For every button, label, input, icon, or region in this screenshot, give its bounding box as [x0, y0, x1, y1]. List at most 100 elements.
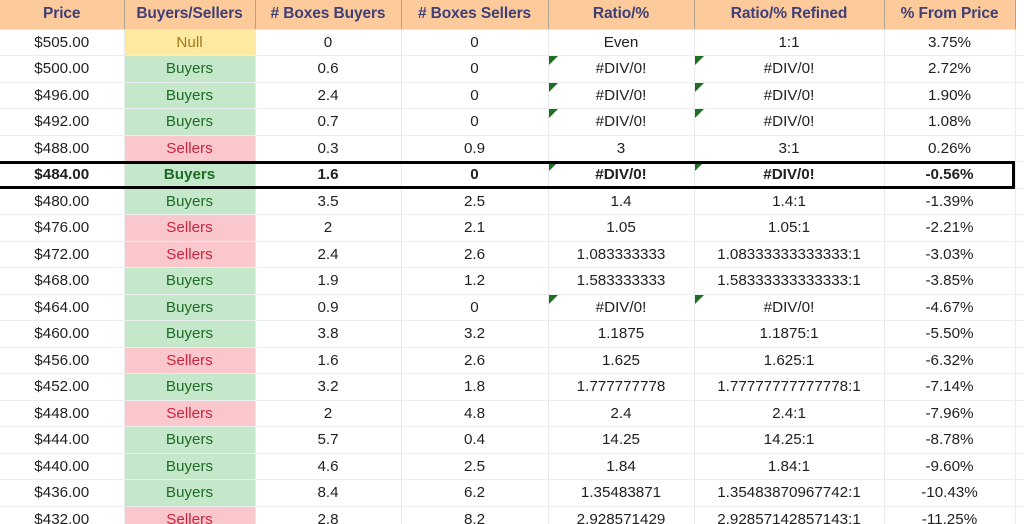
cell-pct_from_price[interactable]: -10.43%	[884, 479, 1016, 507]
cell-buyers_sellers[interactable]: Sellers	[124, 347, 256, 374]
cell-boxes_buyers[interactable]: 3.2	[255, 373, 402, 401]
cell-ratio_refined[interactable]: 2.4:1	[694, 400, 885, 427]
cell-pct_from_price[interactable]: -3.85%	[884, 267, 1016, 295]
cell-pct_from_price[interactable]: -0.56%	[884, 161, 1016, 189]
cell-price[interactable]: $444.00	[0, 426, 125, 454]
cell-ratio_refined[interactable]: #DIV/0!	[694, 82, 885, 109]
cell-price[interactable]: $496.00	[0, 82, 125, 109]
cell-ratio_pct[interactable]: 1.625	[548, 347, 695, 374]
cell-buyers_sellers[interactable]: Buyers	[124, 373, 256, 401]
cell-ratio_pct[interactable]: 2.928571429	[548, 506, 695, 524]
cell-ratio_pct[interactable]: #DIV/0!	[548, 55, 695, 83]
cell-ratio_pct[interactable]: 1.083333333	[548, 241, 695, 268]
cell-ratio_refined[interactable]: 3:1	[694, 135, 885, 162]
cell-boxes_sellers[interactable]: 0	[401, 55, 549, 83]
cell-boxes_sellers[interactable]: 2.5	[401, 188, 549, 215]
cell-price[interactable]: $464.00	[0, 294, 125, 321]
cell-ratio_pct[interactable]: 1.777777778	[548, 373, 695, 401]
table-row[interactable]: $440.00 Buyers 4.6 2.5 1.84 1.84:1 -9.60%	[0, 453, 1024, 480]
table-row[interactable]: $480.00 Buyers 3.5 2.5 1.4 1.4:1 -1.39%	[0, 188, 1024, 215]
cell-ratio_refined[interactable]: 14.25:1	[694, 426, 885, 454]
table-row[interactable]: $448.00 Sellers 2 4.8 2.4 2.4:1 -7.96%	[0, 400, 1024, 427]
cell-price[interactable]: $484.00	[0, 161, 125, 189]
cell-boxes_sellers[interactable]: 2.1	[401, 214, 549, 242]
cell-ratio_pct[interactable]: 3	[548, 135, 695, 162]
cell-boxes_sellers[interactable]: 1.2	[401, 267, 549, 295]
cell-boxes_buyers[interactable]: 1.9	[255, 267, 402, 295]
column-header-ratio_refined[interactable]: Ratio/% Refined	[694, 0, 885, 30]
cell-pct_from_price[interactable]: -7.96%	[884, 400, 1016, 427]
column-header-price[interactable]: Price	[0, 0, 125, 30]
cell-ratio_refined[interactable]: 1.77777777777778:1	[694, 373, 885, 401]
table-row[interactable]: $492.00 Buyers 0.7 0 #DIV/0! #DIV/0! 1.08%	[0, 108, 1024, 136]
spreadsheet-grid[interactable]: Price Buyers/Sellers # Boxes Buyers # Boxes…	[0, 0, 1024, 524]
cell-buyers_sellers[interactable]: Buyers	[124, 161, 256, 189]
cell-boxes_buyers[interactable]: 0.3	[255, 135, 402, 162]
cell-ratio_pct[interactable]: 1.4	[548, 188, 695, 215]
cell-ratio_refined[interactable]: 1.4:1	[694, 188, 885, 215]
cell-boxes_buyers[interactable]: 3.5	[255, 188, 402, 215]
table-row-selected[interactable]: $484.00 Buyers 1.6 0 #DIV/0! #DIV/0! -0.56%	[0, 161, 1024, 189]
cell-boxes_sellers[interactable]: 2.6	[401, 241, 549, 268]
cell-pct_from_price[interactable]: -4.67%	[884, 294, 1016, 321]
cell-ratio_pct[interactable]: #DIV/0!	[548, 294, 695, 321]
cell-boxes_buyers[interactable]: 1.6	[255, 347, 402, 374]
cell-ratio_pct[interactable]: Even	[548, 29, 695, 56]
cell-buyers_sellers[interactable]: Buyers	[124, 267, 256, 295]
cell-buyers_sellers[interactable]: Buyers	[124, 320, 256, 348]
cell-buyers_sellers[interactable]: Sellers	[124, 214, 256, 242]
cell-boxes_buyers[interactable]: 0	[255, 29, 402, 56]
cell-price[interactable]: $500.00	[0, 55, 125, 83]
cell-ratio_refined[interactable]: 1.625:1	[694, 347, 885, 374]
cell-ratio_refined[interactable]: 1.58333333333333:1	[694, 267, 885, 295]
cell-price[interactable]: $488.00	[0, 135, 125, 162]
cell-boxes_sellers[interactable]: 0.9	[401, 135, 549, 162]
column-header-boxes_sellers[interactable]: # Boxes Sellers	[401, 0, 549, 30]
cell-buyers_sellers[interactable]: Sellers	[124, 506, 256, 524]
cell-ratio_pct[interactable]: 1.1875	[548, 320, 695, 348]
cell-pct_from_price[interactable]: -9.60%	[884, 453, 1016, 480]
cell-pct_from_price[interactable]: -6.32%	[884, 347, 1016, 374]
cell-pct_from_price[interactable]: -3.03%	[884, 241, 1016, 268]
cell-ratio_refined[interactable]: 1.1875:1	[694, 320, 885, 348]
cell-buyers_sellers[interactable]: Buyers	[124, 55, 256, 83]
cell-boxes_sellers[interactable]: 8.2	[401, 506, 549, 524]
cell-price[interactable]: $468.00	[0, 267, 125, 295]
cell-boxes_buyers[interactable]: 2	[255, 214, 402, 242]
cell-buyers_sellers[interactable]: Buyers	[124, 479, 256, 507]
cell-buyers_sellers[interactable]: Sellers	[124, 241, 256, 268]
cell-boxes_sellers[interactable]: 0	[401, 82, 549, 109]
cell-buyers_sellers[interactable]: Buyers	[124, 108, 256, 136]
cell-price[interactable]: $492.00	[0, 108, 125, 136]
cell-boxes_buyers[interactable]: 2.8	[255, 506, 402, 524]
table-row[interactable]: $444.00 Buyers 5.7 0.4 14.25 14.25:1 -8.78%	[0, 426, 1024, 454]
cell-price[interactable]: $432.00	[0, 506, 125, 524]
cell-pct_from_price[interactable]: -1.39%	[884, 188, 1016, 215]
cell-boxes_sellers[interactable]: 0	[401, 29, 549, 56]
table-row[interactable]: $500.00 Buyers 0.6 0 #DIV/0! #DIV/0! 2.72%	[0, 55, 1024, 83]
cell-boxes_sellers[interactable]: 2.6	[401, 347, 549, 374]
cell-ratio_refined[interactable]: 1.35483870967742:1	[694, 479, 885, 507]
cell-ratio_pct[interactable]: 14.25	[548, 426, 695, 454]
cell-ratio_pct[interactable]: 2.4	[548, 400, 695, 427]
cell-ratio_pct[interactable]: #DIV/0!	[548, 161, 695, 189]
cell-boxes_buyers[interactable]: 4.6	[255, 453, 402, 480]
cell-boxes_sellers[interactable]: 4.8	[401, 400, 549, 427]
cell-boxes_buyers[interactable]: 0.6	[255, 55, 402, 83]
cell-price[interactable]: $476.00	[0, 214, 125, 242]
table-row[interactable]: $496.00 Buyers 2.4 0 #DIV/0! #DIV/0! 1.90%	[0, 82, 1024, 109]
column-header-buyers_sellers[interactable]: Buyers/Sellers	[124, 0, 256, 30]
cell-buyers_sellers[interactable]: Buyers	[124, 453, 256, 480]
cell-buyers_sellers[interactable]: Null	[124, 29, 256, 56]
cell-price[interactable]: $448.00	[0, 400, 125, 427]
cell-boxes_buyers[interactable]: 2.4	[255, 241, 402, 268]
column-header-pct_from_price[interactable]: % From Price	[884, 0, 1016, 30]
cell-ratio_refined[interactable]: 2.92857142857143:1	[694, 506, 885, 524]
cell-price[interactable]: $460.00	[0, 320, 125, 348]
column-header-ratio_pct[interactable]: Ratio/%	[548, 0, 695, 30]
cell-ratio_pct[interactable]: #DIV/0!	[548, 108, 695, 136]
table-row[interactable]: $432.00 Sellers 2.8 8.2 2.928571429 2.9285714…	[0, 506, 1024, 524]
table-row[interactable]: $464.00 Buyers 0.9 0 #DIV/0! #DIV/0! -4.67%	[0, 294, 1024, 321]
cell-buyers_sellers[interactable]: Sellers	[124, 135, 256, 162]
cell-boxes_sellers[interactable]: 0.4	[401, 426, 549, 454]
